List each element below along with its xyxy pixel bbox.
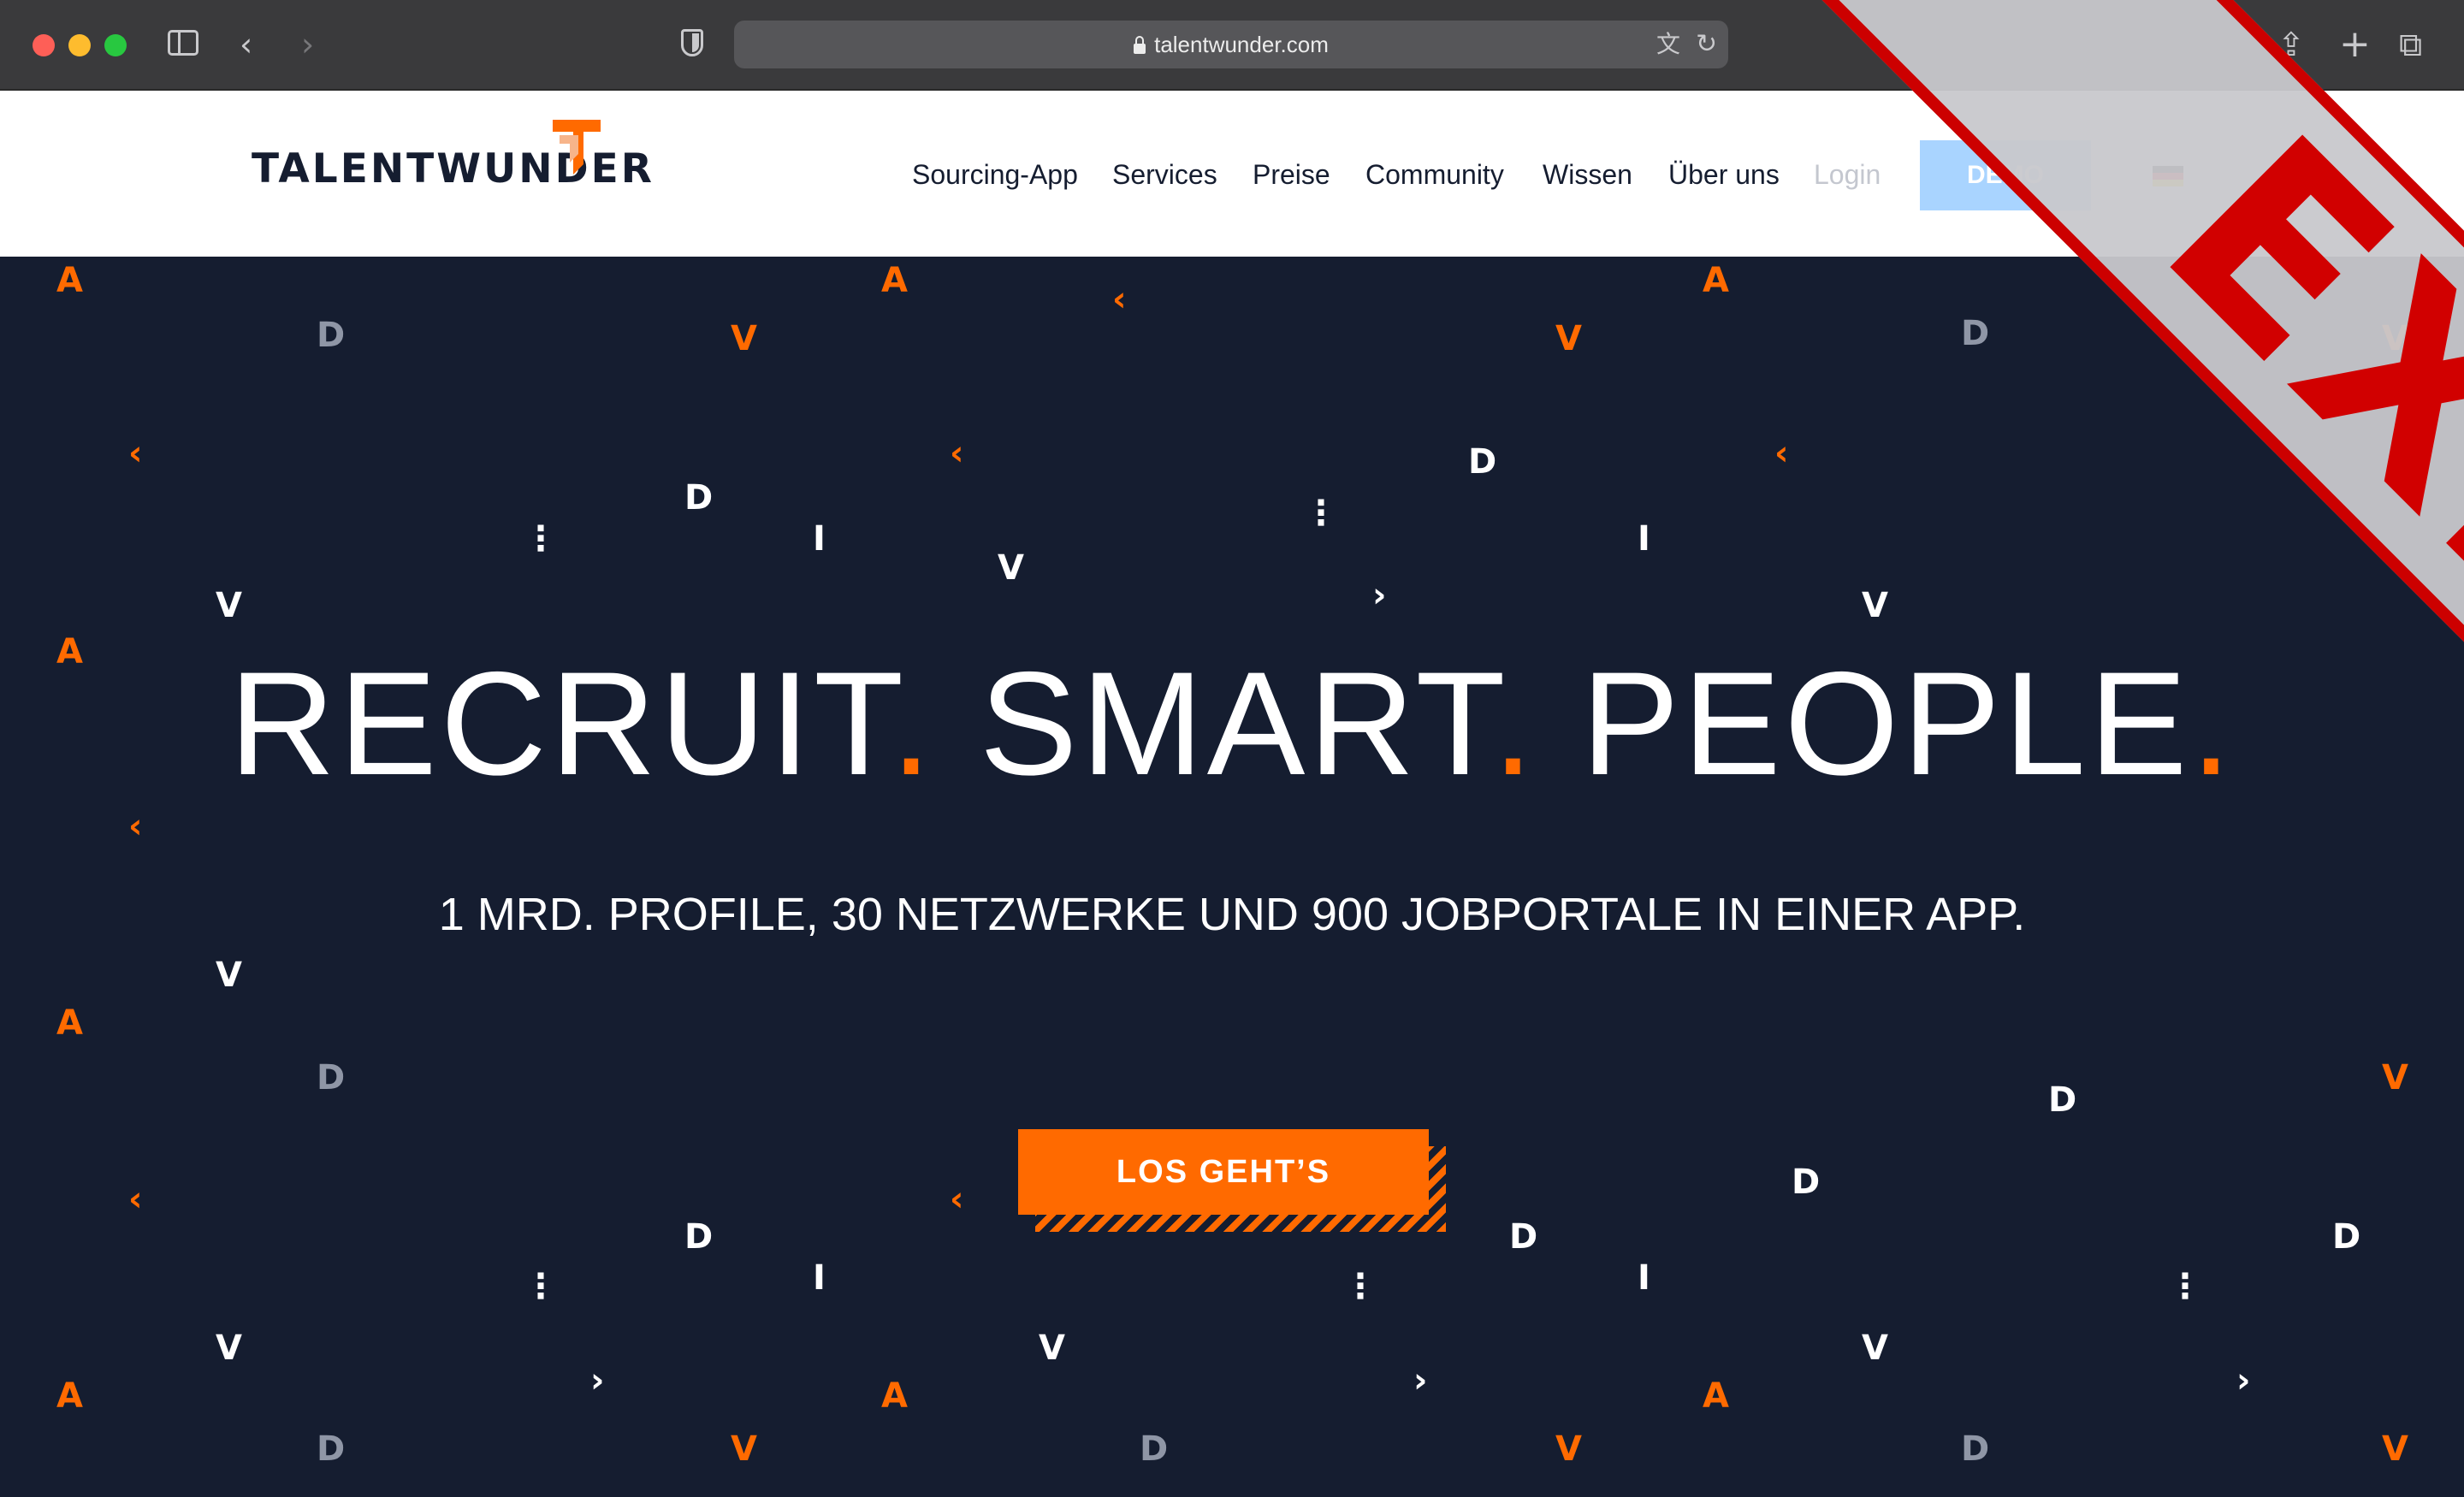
new-tab-icon[interactable]: +: [2339, 26, 2371, 63]
sidebar-icon[interactable]: [168, 30, 198, 56]
nav-login[interactable]: Login: [1814, 159, 1881, 191]
hero-section: A A A D D V V V ‹ ‹ ‹ ‹ D D ⋮ ⋮ I I V V …: [0, 257, 2464, 1497]
cta-button[interactable]: LOS GEHT’S: [1018, 1129, 1429, 1215]
zoom-window-button[interactable]: [104, 34, 127, 56]
nav-ueber-uns[interactable]: Über uns: [1668, 159, 1780, 191]
back-icon[interactable]: ‹: [240, 26, 252, 63]
headline-word-smart: SMART: [979, 642, 1493, 806]
tabs-overview-icon[interactable]: ⧉: [2399, 26, 2422, 63]
headline-dot: .: [2190, 642, 2236, 806]
headline-dot: .: [891, 642, 935, 806]
headline-word-recruit: RECRUIT: [228, 642, 891, 806]
nav-services[interactable]: Services: [1112, 159, 1217, 191]
nav-preise[interactable]: Preise: [1253, 159, 1330, 191]
nav-sourcing-app[interactable]: Sourcing-App: [912, 159, 1078, 191]
address-bar[interactable]: talentwunder.com 文 ↻: [734, 21, 1728, 68]
nav-wissen[interactable]: Wissen: [1543, 159, 1632, 191]
close-window-button[interactable]: [33, 34, 55, 56]
lock-icon: [1134, 36, 1146, 54]
hero-subline: 1 MRD. PROFILE, 30 NETZWERKE UND 900 JOB…: [438, 889, 2026, 940]
hero-headline: RECRUIT. SMART. PEOPLE.: [0, 650, 2464, 797]
reload-icon[interactable]: ↻: [1696, 26, 1717, 63]
forward-icon[interactable]: ›: [301, 26, 314, 63]
headline-word-people: PEOPLE: [1581, 642, 2191, 806]
url-text: talentwunder.com: [1154, 32, 1329, 57]
logo-icon[interactable]: [553, 120, 601, 175]
share-icon[interactable]: ⇪: [2277, 26, 2305, 63]
translate-icon[interactable]: 文: [1656, 26, 1680, 63]
headline-dot: .: [1492, 642, 1537, 806]
minimize-window-button[interactable]: [68, 34, 91, 56]
nav-community[interactable]: Community: [1365, 159, 1504, 191]
shield-icon[interactable]: [681, 29, 703, 56]
